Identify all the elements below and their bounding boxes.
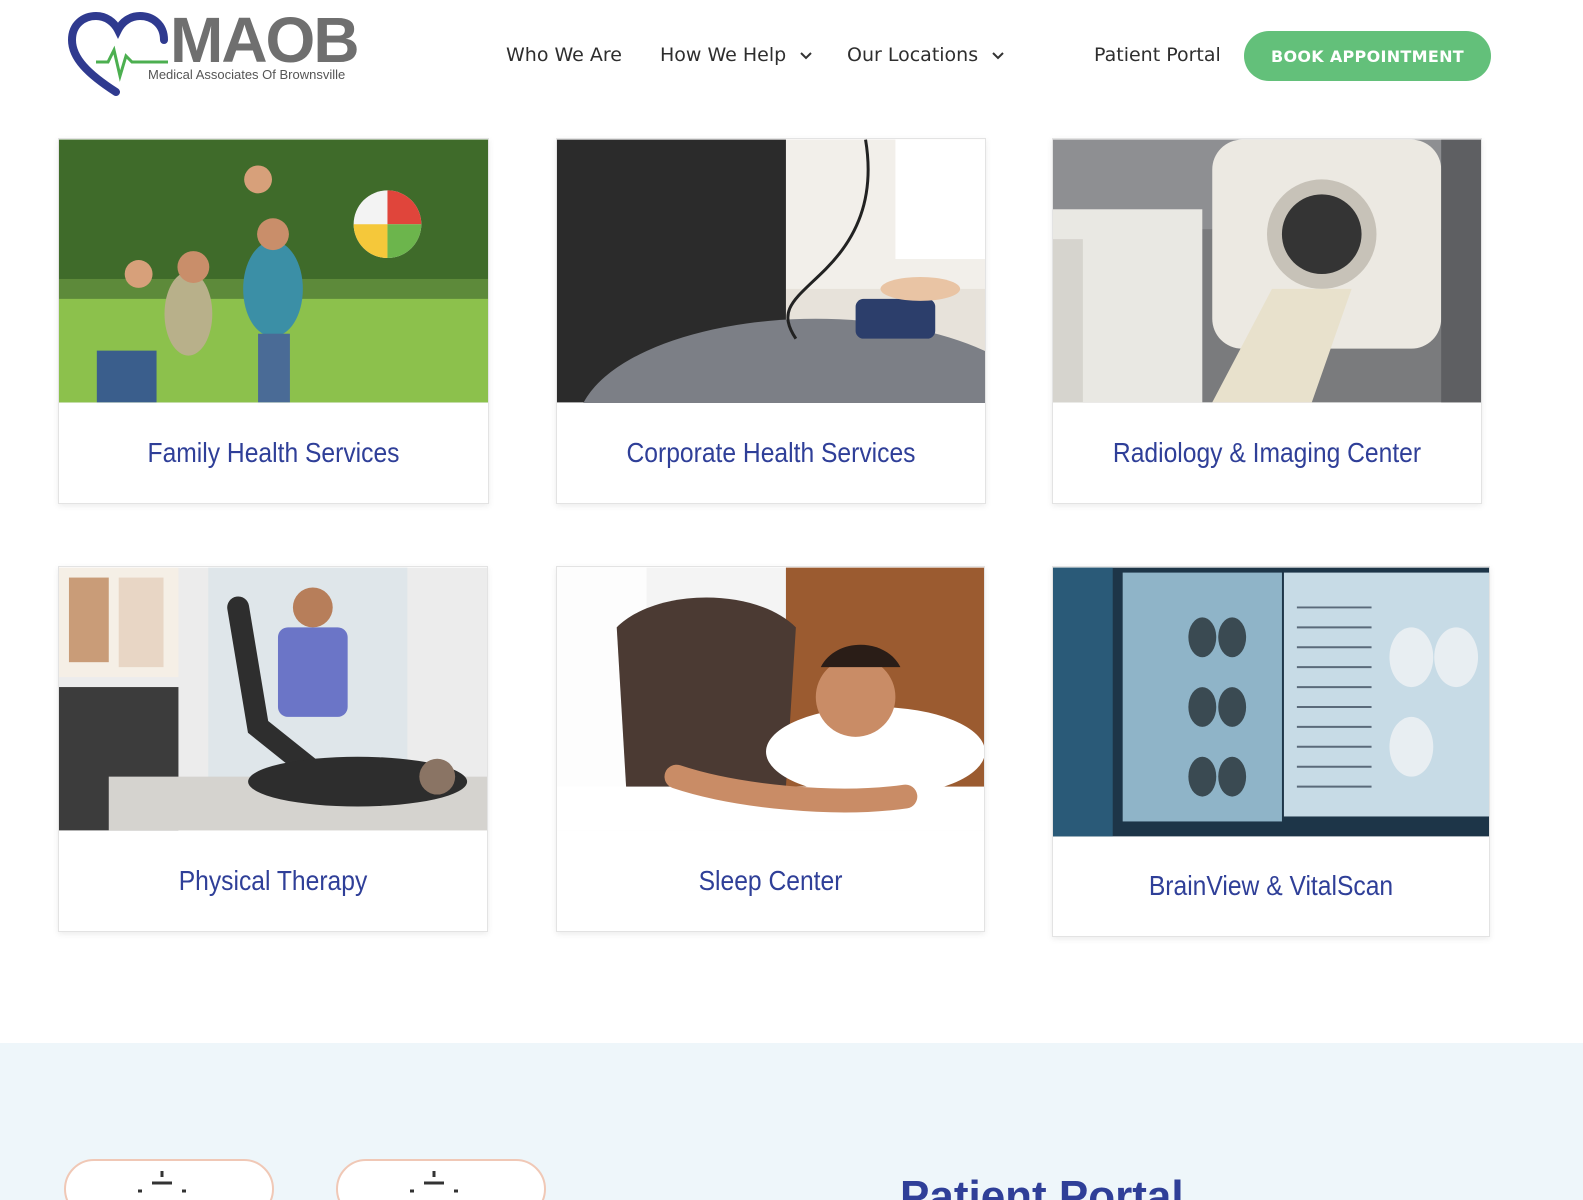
portal-icon-card[interactable] [64,1159,274,1200]
nav-how-we-help-label: How We Help [660,44,787,66]
portal-icon-card[interactable] [336,1159,546,1200]
service-card-radiology[interactable]: Radiology & Imaging Center [1052,138,1482,504]
nav-who-we-are-label: Who We Are [506,44,622,66]
nav-our-locations[interactable]: Our Locations [847,44,1004,66]
ct-scanner-photo [1053,139,1481,403]
chevron-down-icon [800,51,812,59]
service-card-family-health[interactable]: Family Health Services [58,138,489,504]
nav-patient-portal[interactable]: Patient Portal [1094,44,1221,66]
service-card-sleep-center[interactable]: Sleep Center [556,566,985,932]
service-card-title: Physical Therapy [178,865,368,896]
family-outdoors-photo [59,139,488,403]
nav-how-we-help[interactable]: How We Help [660,44,812,66]
patient-portal-heading: Patient Portal [900,1172,1184,1200]
therapist-stretching-patient-photo [59,567,487,831]
service-card-title: Sleep Center [698,865,843,896]
nav-who-we-are[interactable]: Who We Are [506,44,622,66]
book-appointment-button[interactable]: BOOK APPOINTMENT [1244,31,1491,81]
service-card-title: Radiology & Imaging Center [1112,437,1422,468]
blood-pressure-check-photo [557,139,985,403]
maob-logo[interactable]: MAOB Medical Associates Of Brownsville [68,8,368,98]
service-card-brainview[interactable]: BrainView & VitalScan [1052,566,1490,937]
brain-scan-monitors-photo [1053,567,1489,837]
clipboard-icon [410,1171,458,1193]
nav-patient-portal-label: Patient Portal [1094,44,1221,66]
service-card-title: Family Health Services [147,437,400,468]
clipboard-icon [138,1171,186,1193]
logo-tagline: Medical Associates Of Brownsville [148,67,346,82]
site-header: MAOB Medical Associates Of Brownsville W… [0,0,1583,110]
service-card-title: BrainView & VitalScan [1148,870,1394,901]
service-card-physical-therapy[interactable]: Physical Therapy [58,566,488,932]
nav-our-locations-label: Our Locations [847,44,979,66]
chevron-down-icon [992,51,1004,59]
service-card-title: Corporate Health Services [626,437,916,468]
service-card-corporate-health[interactable]: Corporate Health Services [556,138,986,504]
logo-wordmark: MAOB [170,4,360,76]
heart-logo-icon [68,12,168,96]
man-sleeping-photo [557,567,984,831]
